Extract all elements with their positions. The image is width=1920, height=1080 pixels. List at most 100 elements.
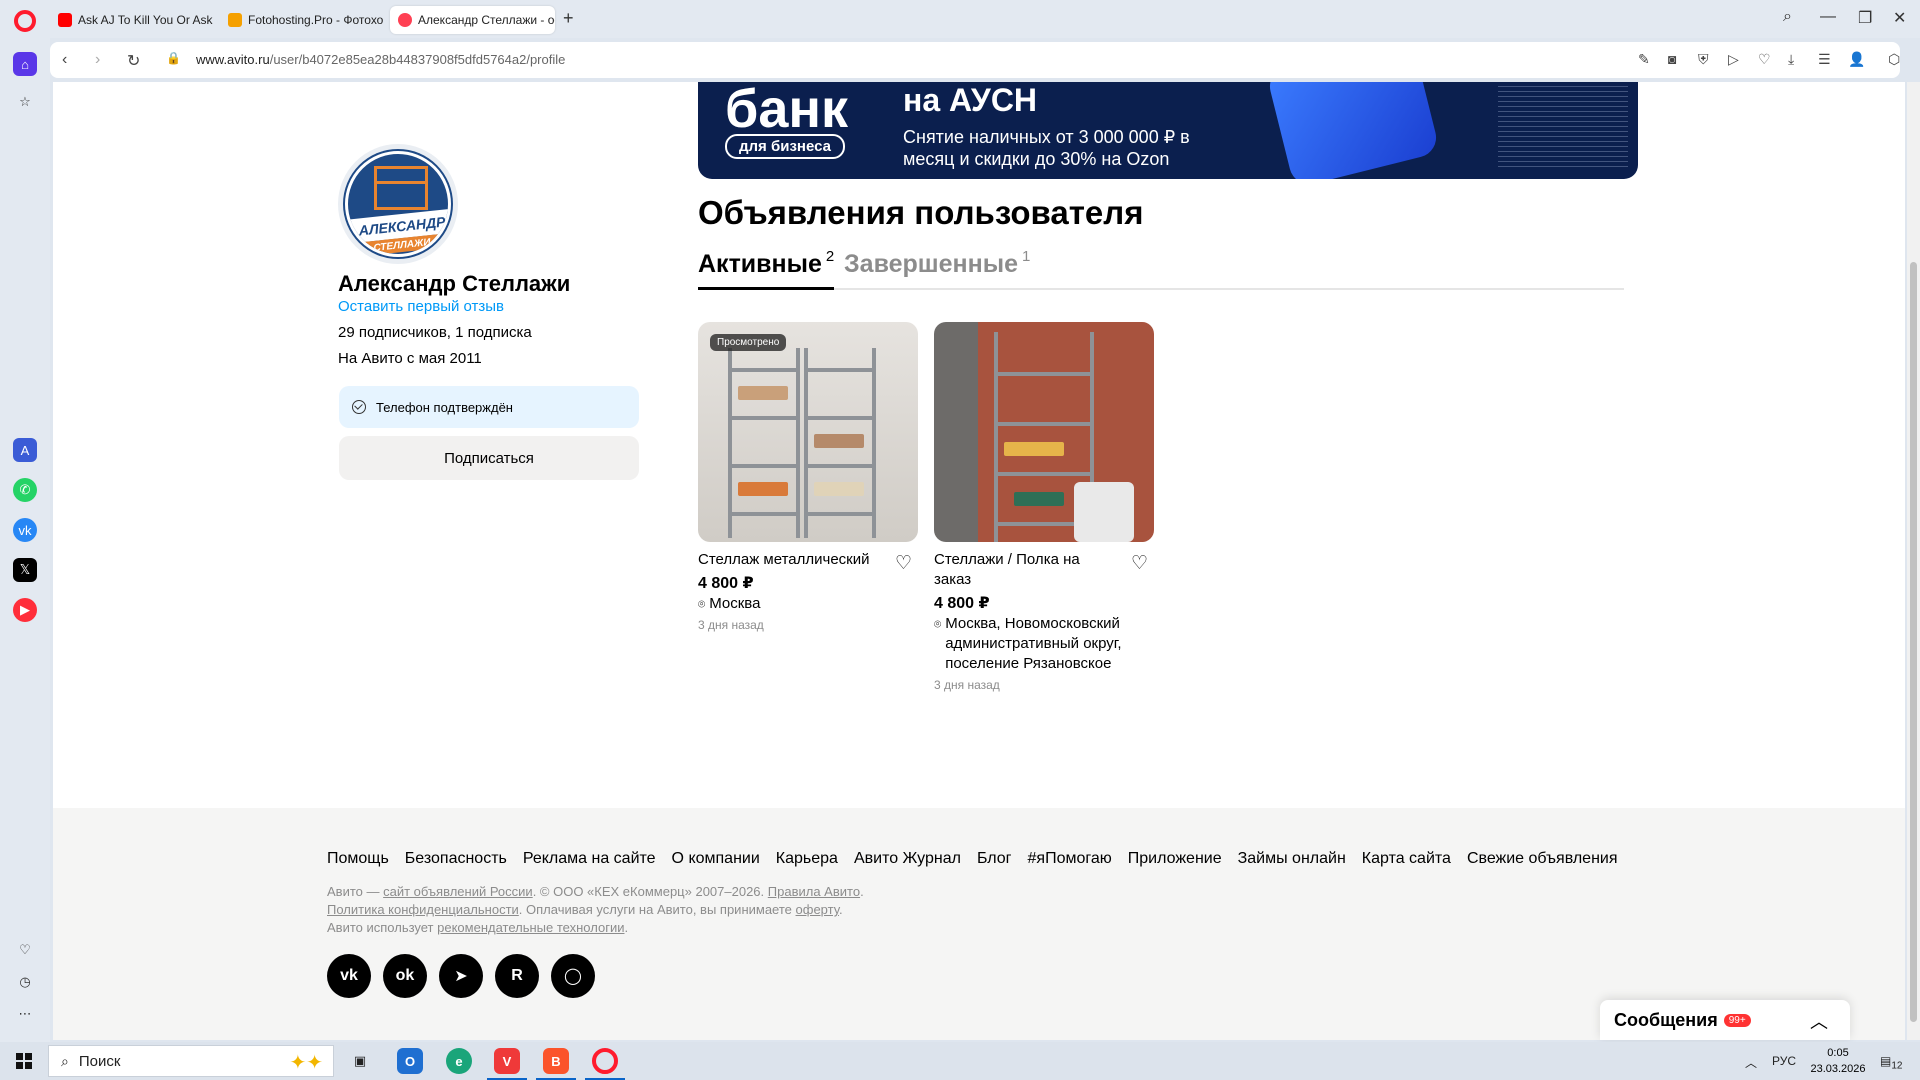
subscribe-button[interactable]: Подписаться — [339, 436, 639, 480]
listing-title[interactable]: Стеллаж металлический — [698, 550, 878, 570]
footer-link-help-charity[interactable]: #яПомогаю — [1028, 850, 1112, 868]
footer-link-about[interactable]: О компании — [672, 850, 760, 868]
footer-link-blog[interactable]: Блог — [977, 850, 1012, 868]
back-icon[interactable]: ‹ — [62, 51, 67, 69]
windows-start-icon[interactable] — [16, 1053, 32, 1069]
x-icon[interactable]: 𝕏 — [13, 558, 37, 582]
listing-card[interactable]: Просмотрено ♡ Стеллаж металлический 4 80… — [698, 322, 918, 632]
task-view-icon[interactable]: ▣ — [347, 1048, 373, 1074]
taskbar-search[interactable]: ⌕ Поиск ✦✦ — [48, 1045, 334, 1077]
avito-icon — [398, 13, 412, 27]
search-tabs-icon[interactable]: ⌕ — [1783, 8, 1792, 26]
listing-photo[interactable] — [934, 322, 1154, 542]
rutube-social-icon[interactable]: R — [495, 954, 539, 998]
opera-taskbar-icon[interactable] — [592, 1048, 618, 1074]
listing-location: ⌾ Москва, Новомосковский административный… — [934, 615, 1122, 672]
page-scrollbar[interactable] — [1907, 82, 1920, 1040]
messages-count-badge: 99+ — [1723, 1013, 1751, 1027]
banner-badge: для бизнеса — [725, 134, 845, 159]
footer-link-help[interactable]: Помощь — [327, 850, 389, 868]
leave-review-link[interactable]: Оставить первый отзыв — [338, 298, 504, 315]
url-field[interactable]: www.avito.ru/user/b4072e85ea28b44837908f… — [196, 52, 565, 67]
vk-social-icon[interactable]: vk — [327, 954, 371, 998]
box-icon[interactable]: ⬡ — [1888, 51, 1900, 68]
legal-link-sites[interactable]: сайт объявлений России — [383, 884, 533, 899]
notifications-icon[interactable]: ▤12 — [1880, 1054, 1902, 1071]
avatar[interactable]: АЛЕКСАНДР СТЕЛЛАЖИ — [338, 144, 458, 264]
vk-icon[interactable]: vk — [13, 518, 37, 542]
footer-link-security[interactable]: Безопасность — [405, 850, 507, 868]
legal-link-recommend[interactable]: рекомендательные технологии — [437, 920, 624, 935]
new-tab-button[interactable]: + — [563, 8, 574, 29]
clock[interactable]: 0:05 23.03.2026 — [1808, 1045, 1868, 1077]
phone-verified-badge: Телефон подтверждён — [339, 386, 639, 428]
player-icon[interactable]: ▶ — [13, 598, 37, 622]
minimize-icon[interactable]: — — [1820, 8, 1836, 26]
star-icon[interactable]: ☆ — [13, 90, 37, 114]
subscribers-count[interactable]: 29 подписчиков, 1 подписка — [338, 324, 532, 341]
ok-social-icon[interactable]: ok — [383, 954, 427, 998]
footer-link-journal[interactable]: Авито Журнал — [854, 850, 961, 868]
user-name: Александр Стеллажи — [338, 271, 571, 296]
more-icon[interactable]: ⋯ — [13, 1002, 37, 1026]
listings-title: Объявления пользователя — [698, 194, 1144, 231]
whatsapp-icon[interactable]: ✆ — [13, 478, 37, 502]
footer-link-ads[interactable]: Реклама на сайте — [523, 850, 656, 868]
footer-link-loans[interactable]: Займы онлайн — [1238, 850, 1346, 868]
shield-icon[interactable]: ⛨ — [1698, 51, 1709, 68]
listing-title[interactable]: Стеллажи / Полка на заказ — [934, 550, 1114, 590]
tab-fotohosting[interactable]: Fotohosting.Pro - Фотохо — [220, 6, 385, 34]
max-social-icon[interactable]: ◯ — [551, 954, 595, 998]
banner-text: Снятие наличных от 3 000 000 ₽ в месяц и… — [903, 127, 1190, 169]
play-icon[interactable]: ▷ — [1728, 51, 1739, 68]
download-icon[interactable]: ⤓ — [1788, 51, 1794, 68]
address-bar: ‹ › ↻ 🔒 www.avito.ru/user/b4072e85ea28b4… — [50, 42, 1900, 78]
edge-icon[interactable]: e — [446, 1048, 472, 1074]
messages-widget[interactable]: Сообщения 99+ ︿ — [1600, 1000, 1850, 1040]
close-window-icon[interactable]: ✕ — [1893, 8, 1906, 28]
location-pin-icon: ⌾ — [698, 597, 706, 611]
favorite-heart-icon[interactable]: ♡ — [895, 552, 912, 575]
opera-logo-icon[interactable] — [14, 10, 36, 32]
menu-icon[interactable]: ☰ — [1818, 51, 1831, 68]
restore-icon[interactable]: ❐ — [1858, 8, 1872, 28]
home-icon[interactable]: ⌂ — [13, 52, 37, 76]
lock-icon[interactable]: 🔒 — [166, 51, 181, 65]
telegram-social-icon[interactable]: ➤ — [439, 954, 483, 998]
listing-photo[interactable]: Просмотрено — [698, 322, 918, 542]
ad-banner[interactable]: банк для бизнеса на АУСН Снятие наличных… — [698, 82, 1638, 179]
listing-posted: 3 дня назад — [934, 678, 1000, 692]
profile-icon[interactable]: 👤 — [1848, 51, 1865, 68]
legal-link-offer[interactable]: оферту — [796, 902, 839, 917]
vivaldi-icon[interactable]: V — [494, 1048, 520, 1074]
camera-icon[interactable]: ◙ — [1668, 51, 1676, 67]
footer-link-app[interactable]: Приложение — [1128, 850, 1222, 868]
language-indicator[interactable]: РУС — [1772, 1054, 1796, 1068]
tab-completed[interactable]: Завершенные 1 — [844, 248, 1030, 287]
tab-active[interactable]: Активные 2 — [698, 248, 835, 290]
banner-phone-image — [1265, 82, 1441, 179]
forward-icon[interactable]: › — [95, 51, 100, 69]
edit-icon[interactable]: ✎ — [1638, 51, 1650, 68]
footer-link-fresh[interactable]: Свежие объявления — [1467, 850, 1618, 868]
tray-chevron-icon[interactable]: ︿ — [1745, 1054, 1757, 1071]
favorites-icon[interactable]: ♡ — [13, 938, 37, 962]
listing-tabs: Активные 2 Завершенные 1 — [698, 248, 1624, 290]
reload-icon[interactable]: ↻ — [127, 51, 140, 71]
listing-card[interactable]: ♡ Стеллажи / Полка на заказ 4 800 ₽ ⌾ Мос… — [934, 322, 1154, 692]
brave-icon[interactable]: B — [543, 1048, 569, 1074]
heart-icon[interactable]: ♡ — [1758, 51, 1771, 68]
page-content: банк для бизнеса на АУСН Снятие наличных… — [53, 82, 1905, 1040]
chevron-up-icon[interactable]: ︿ — [1810, 1008, 1828, 1034]
scrollbar-thumb[interactable] — [1910, 262, 1917, 1022]
history-icon[interactable]: ◷ — [13, 970, 37, 994]
legal-link-rules[interactable]: Правила Авито — [768, 884, 860, 899]
tab-youtube[interactable]: Ask AJ To Kill You Or Ask — [50, 6, 215, 34]
outlook-icon[interactable]: O — [397, 1048, 423, 1074]
tab-avito-active[interactable]: Александр Стеллажи - ос × — [390, 6, 555, 34]
footer-link-careers[interactable]: Карьера — [776, 850, 838, 868]
legal-link-privacy[interactable]: Политика конфиденциальности — [327, 902, 519, 917]
footer-link-sitemap[interactable]: Карта сайта — [1362, 850, 1451, 868]
favorite-heart-icon[interactable]: ♡ — [1131, 552, 1148, 575]
aria-icon[interactable]: A — [13, 438, 37, 462]
